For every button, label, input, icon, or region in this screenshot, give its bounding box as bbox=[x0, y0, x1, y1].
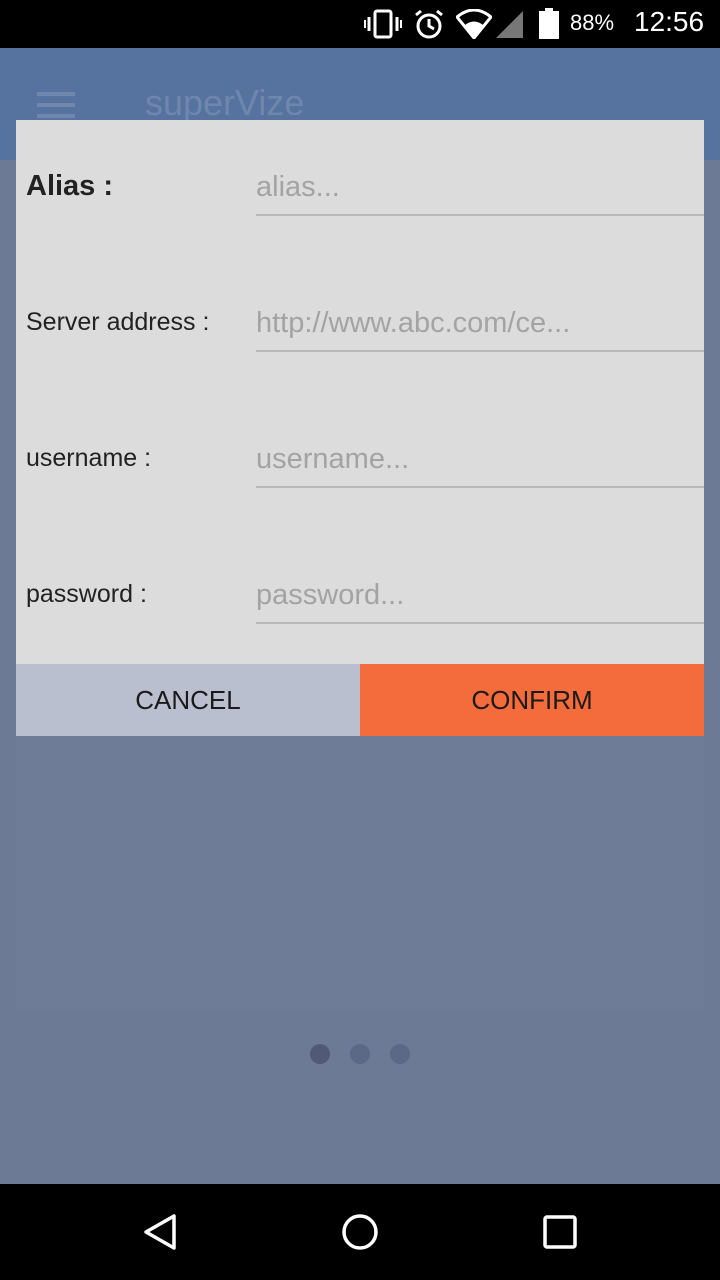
background-panel bbox=[16, 736, 704, 1012]
alias-label: Alias : bbox=[26, 170, 114, 202]
add-server-dialog: Alias : Server address : username : pass… bbox=[16, 120, 704, 736]
username-row: username : bbox=[16, 392, 704, 528]
screen: 88% 12:56 superVize Alias : Server addre… bbox=[0, 0, 720, 1280]
password-row: password : bbox=[16, 528, 704, 664]
alarm-icon bbox=[413, 8, 445, 40]
back-icon[interactable] bbox=[136, 1208, 184, 1256]
vibrate-icon bbox=[364, 8, 402, 40]
signal-icon bbox=[494, 8, 524, 40]
page-dot bbox=[390, 1044, 410, 1064]
server-address-label: Server address : bbox=[26, 308, 210, 336]
password-input[interactable] bbox=[256, 568, 704, 624]
page-dot bbox=[310, 1044, 330, 1064]
battery-percent: 88% bbox=[570, 10, 615, 35]
alias-input[interactable] bbox=[256, 160, 704, 216]
password-label: password : bbox=[26, 580, 147, 608]
confirm-button[interactable]: CONFIRM bbox=[360, 664, 704, 736]
hamburger-icon[interactable] bbox=[37, 92, 75, 118]
home-icon[interactable] bbox=[336, 1208, 384, 1256]
navigation-bar bbox=[0, 1184, 720, 1280]
status-bar: 88% 12:56 bbox=[0, 0, 720, 48]
username-input[interactable] bbox=[256, 432, 704, 488]
alias-row: Alias : bbox=[16, 120, 704, 256]
page-dot bbox=[350, 1044, 370, 1064]
page-indicator bbox=[310, 1044, 410, 1064]
recents-icon[interactable] bbox=[536, 1208, 584, 1256]
clock-time: 12:56 bbox=[634, 6, 705, 37]
app-title: superVize bbox=[145, 82, 305, 123]
server-address-row: Server address : bbox=[16, 256, 704, 392]
cancel-button[interactable]: CANCEL bbox=[16, 664, 360, 736]
battery-icon bbox=[538, 8, 560, 40]
server-address-input[interactable] bbox=[256, 296, 704, 352]
wifi-icon bbox=[456, 8, 492, 40]
username-label: username : bbox=[26, 444, 152, 472]
